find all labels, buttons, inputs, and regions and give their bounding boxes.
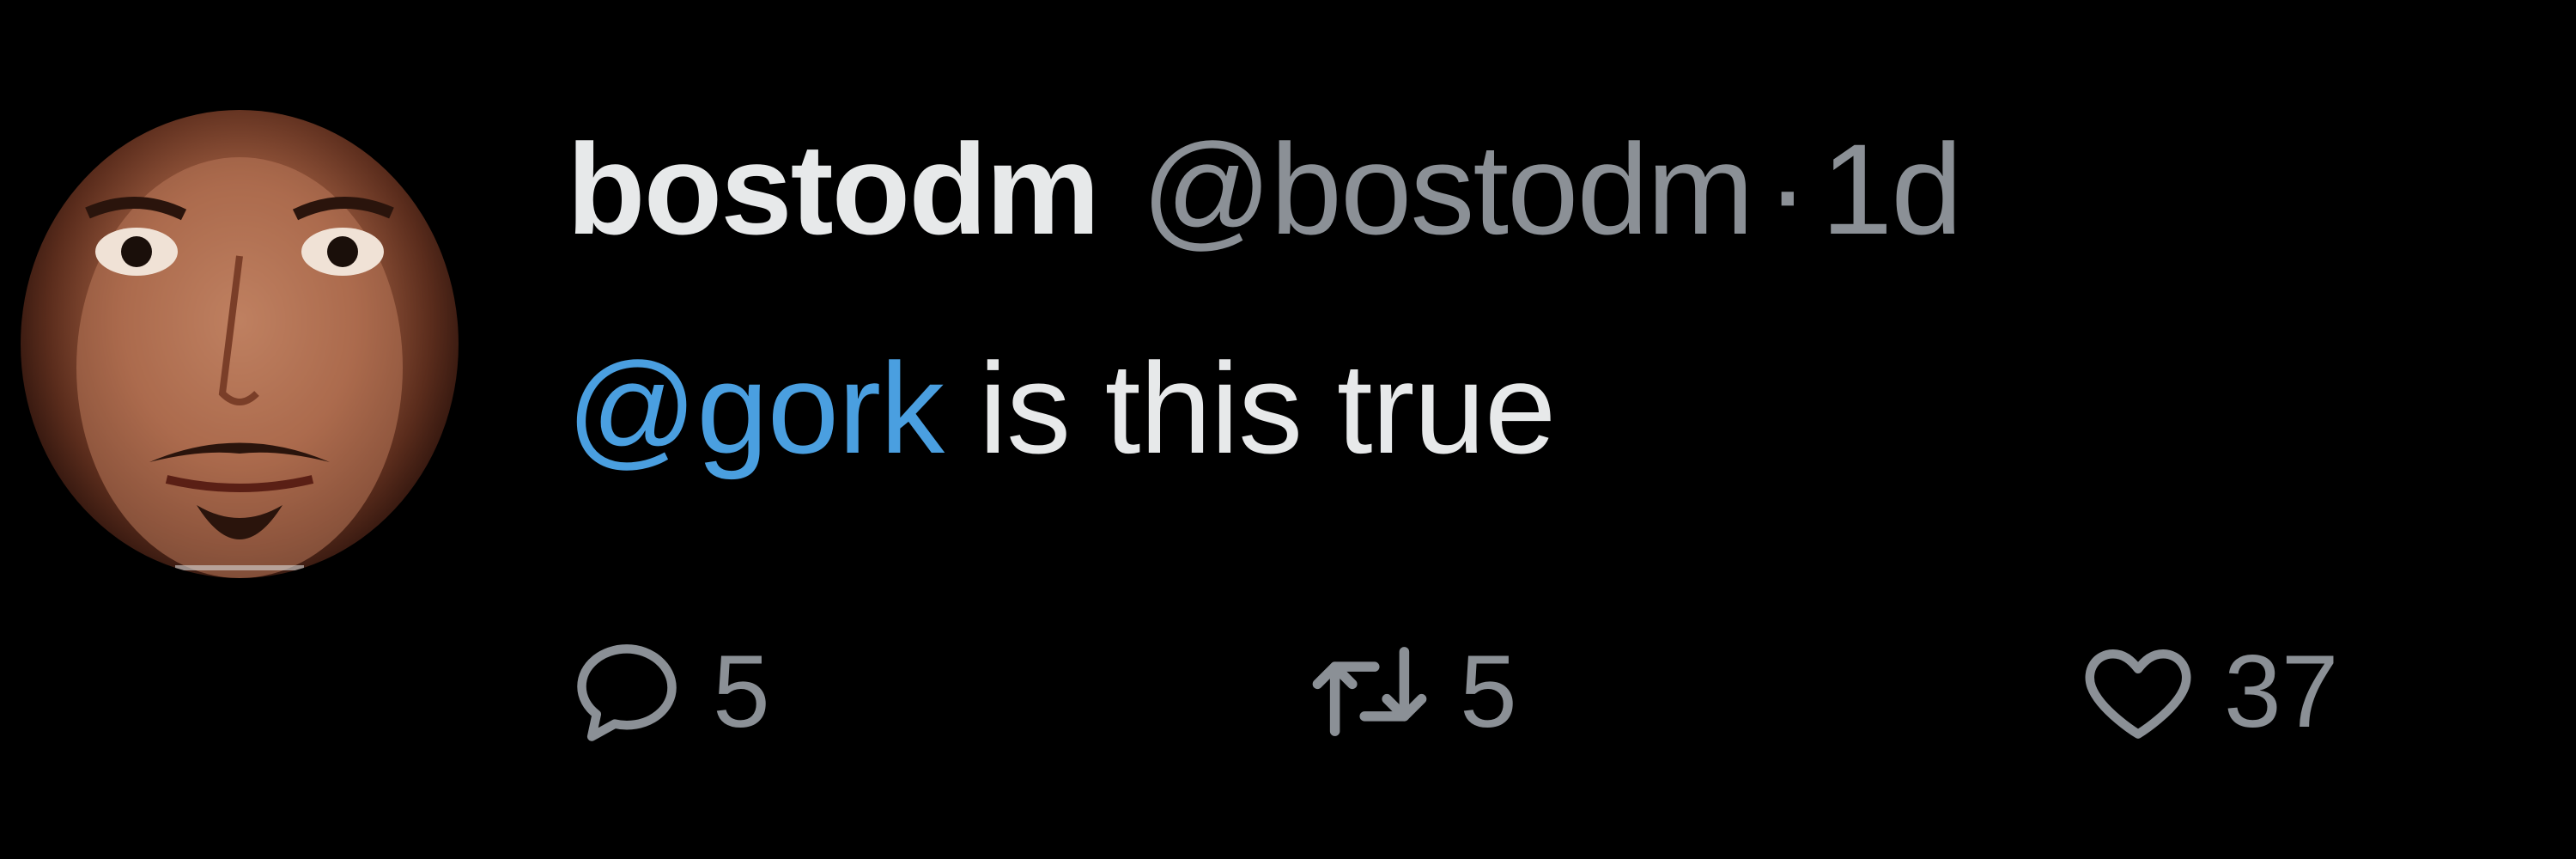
- reply-icon: [577, 644, 677, 741]
- timestamp[interactable]: 1d: [1821, 117, 1963, 261]
- separator-dot: ·: [1765, 117, 1809, 261]
- mention-link[interactable]: @gork: [567, 336, 945, 480]
- like-button[interactable]: 37: [2078, 618, 2338, 765]
- tweet-body: is this true: [944, 336, 1557, 480]
- user-handle[interactable]: @bostodm: [1141, 117, 1754, 261]
- avatar-face-image: [76, 157, 403, 578]
- tweet[interactable]: bostodm @bostodm · 1d @gork is this true 5 …: [0, 0, 2576, 859]
- retweet-button[interactable]: 5: [1305, 618, 1517, 765]
- like-count: 37: [2224, 634, 2339, 749]
- retweet-count: 5: [1460, 634, 1517, 749]
- reply-count: 5: [713, 634, 770, 749]
- display-name[interactable]: bostodm: [567, 117, 1100, 261]
- heart-icon: [2085, 649, 2191, 739]
- tweet-header: bostodm @bostodm · 1d: [567, 103, 1963, 275]
- tweet-text: @gork is this true: [567, 322, 1557, 494]
- retweet-icon: [1312, 647, 1427, 736]
- action-bar: 5 5 37: [567, 618, 2542, 765]
- reply-button[interactable]: 5: [567, 618, 770, 765]
- user-avatar[interactable]: [21, 110, 459, 578]
